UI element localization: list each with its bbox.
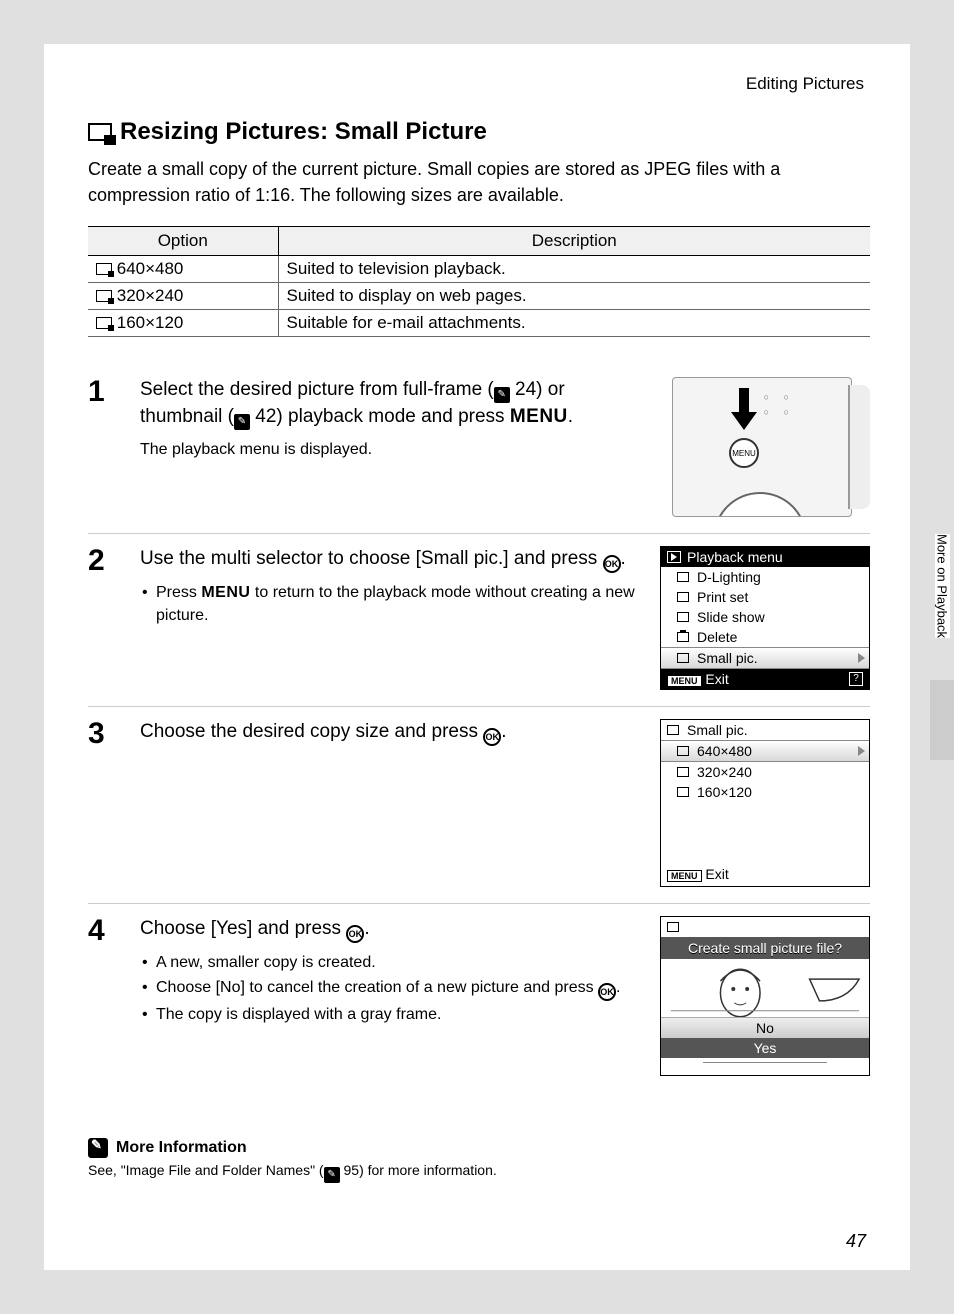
lcd-item-label: 640×480 [697,743,752,759]
step-number: 1 [88,377,122,517]
lcd-title: Small pic. [687,722,748,738]
step-1: 1 Select the desired picture from full-f… [88,365,870,534]
size-icon [96,317,112,329]
lcd-item-label: Small pic. [697,650,758,666]
step-3: 3 Choose the desired copy size and press… [88,707,870,904]
options-table: Option Description 640×480 Suited to tel… [88,226,870,337]
menu-label-icon: MENU [667,870,702,882]
ok-icon: OK [598,983,616,1001]
option-desc: Suited to television playback. [278,256,870,283]
lcd-item-label: D-Lighting [697,569,761,585]
th-description: Description [278,227,870,256]
help-icon: ? [849,672,863,686]
step-sub: The playback menu is displayed. [140,438,642,461]
size-icon [677,787,689,797]
slideshow-icon [677,612,689,622]
size-icon [677,767,689,777]
ref-icon: ✎ [234,414,250,430]
more-info-body: See, "Image File and Folder Names" (✎ 95… [88,1162,870,1183]
ok-icon: OK [346,925,364,943]
step-sub: Press MENU to return to the playback mod… [140,581,642,627]
menu-button-icon: MENU [729,438,759,468]
step-sub: A new, smaller copy is created. Choose [… [140,951,642,1026]
dlighting-icon [677,572,689,582]
side-tab-thumb [930,680,954,760]
lcd-playback-menu: Playback menu D-Lighting Print set Slide… [660,546,870,690]
arrow-down-icon [729,386,759,432]
menu-button-label: MENU [201,584,250,601]
menu-label-icon: MENU [667,675,702,687]
size-icon [677,746,689,756]
printset-icon [677,592,689,602]
confirm-yes: Yes [661,1038,869,1058]
option-desc: Suited to display on web pages. [278,283,870,310]
table-row: 640×480 Suited to television playback. [88,256,870,283]
lcd-item-label: 320×240 [697,764,752,780]
smallpic-icon [677,653,689,663]
ok-icon: OK [603,555,621,573]
table-row: 160×120 Suitable for e-mail attachments. [88,310,870,337]
small-picture-icon [88,123,112,141]
lcd-small-pic: Small pic. 640×480 320×240 160×120 MENU … [660,719,870,887]
step-number: 4 [88,916,122,1076]
playback-icon [667,551,681,563]
lcd-item-label: Print set [697,589,748,605]
size-icon [96,290,112,302]
confirm-no: No [661,1017,869,1038]
smallpic-icon [667,725,679,735]
main-title-text: Resizing Pictures: Small Picture [120,118,487,146]
option-desc: Suitable for e-mail attachments. [278,310,870,337]
table-row: 320×240 Suited to display on web pages. [88,283,870,310]
step-4: 4 Choose [Yes] and press OK. A new, smal… [88,904,870,1092]
confirm-question: Create small picture file? [661,937,869,959]
size-icon [96,263,112,275]
step-title: Choose [Yes] and press OK. [140,916,642,943]
lcd-confirm: Create small picture file? No Yes [660,916,870,1076]
intro-text: Create a small copy of the current pictu… [88,156,870,208]
ref-icon: ✎ [494,387,510,403]
step-number: 2 [88,546,122,690]
lcd-item-selected: 640×480 [661,740,869,762]
lcd-exit: Exit [705,866,728,882]
option-label: 640×480 [117,259,184,278]
ref-icon: ✎ [324,1167,340,1183]
option-label: 160×120 [117,313,184,332]
smallpic-icon [667,922,679,932]
step-2: 2 Use the multi selector to choose [Smal… [88,534,870,707]
lcd-item-label: Delete [697,629,737,645]
main-title: Resizing Pictures: Small Picture [88,118,870,146]
option-label: 320×240 [117,286,184,305]
lcd-item-selected: Small pic. [661,647,869,669]
ok-icon: OK [483,728,501,746]
lcd-title: Playback menu [687,549,783,565]
more-info-title: More Information [116,1139,247,1157]
step-title: Choose the desired copy size and press O… [140,719,642,746]
th-option: Option [88,227,278,256]
bullet: The copy is displayed with a gray frame. [140,1003,642,1026]
page: Editing Pictures Resizing Pictures: Smal… [44,44,910,1270]
bullet: A new, smaller copy is created. [140,951,642,974]
page-number: 47 [846,1231,866,1252]
more-info: More Information See, "Image File and Fo… [88,1138,870,1183]
lcd-item-label: Slide show [697,609,765,625]
step-title: Use the multi selector to choose [Small … [140,546,642,573]
camera-illustration: ○ ○ ○○ ○ ○ MENU OK [660,377,870,517]
section-header: Editing Pictures [88,74,870,94]
bullet: Choose [No] to cancel the creation of a … [140,976,642,1001]
menu-button-label: MENU [510,406,568,427]
delete-icon [677,632,689,642]
note-icon [88,1138,108,1158]
step-title: Select the desired picture from full-fra… [140,377,642,430]
confirm-illustration [661,959,869,1017]
lcd-item-label: 160×120 [697,784,752,800]
lcd-exit: Exit [705,671,728,687]
side-tab-label: More on Playback [935,534,950,638]
step-number: 3 [88,719,122,887]
